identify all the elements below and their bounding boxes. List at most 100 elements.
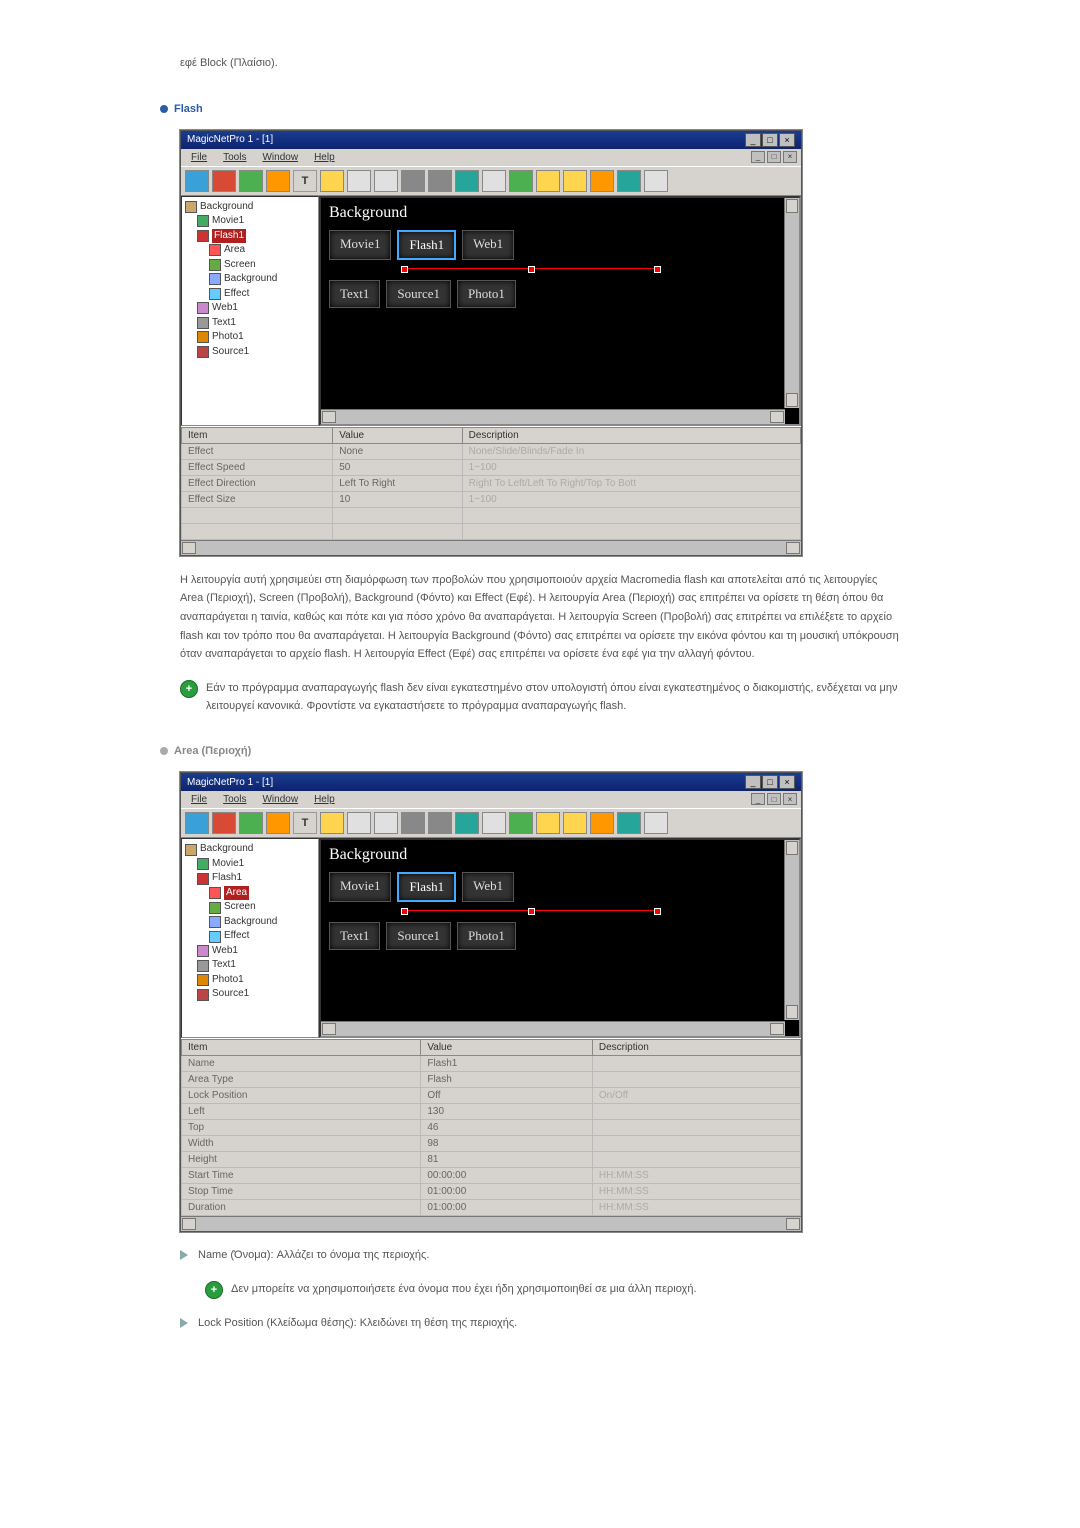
tbtn-down-icon[interactable]	[563, 170, 587, 192]
tbtn-paste-icon[interactable]	[428, 812, 452, 834]
tbtn-new-icon[interactable]	[320, 812, 344, 834]
menu-tools[interactable]: Tools	[217, 793, 252, 806]
tree-text1[interactable]: Text1	[212, 316, 236, 331]
tab-web1[interactable]: Web1	[462, 872, 514, 902]
tree-root[interactable]: Background	[200, 200, 253, 215]
tab-movie1[interactable]: Movie1	[329, 872, 391, 902]
tbtn-pause-icon[interactable]	[266, 170, 290, 192]
props-scrollbar[interactable]	[181, 1216, 801, 1231]
tbtn-delete-icon[interactable]	[212, 812, 236, 834]
sub-close-icon[interactable]: ×	[783, 793, 797, 805]
tree-source1[interactable]: Source1	[212, 987, 249, 1002]
tbtn-cut-icon[interactable]	[401, 170, 425, 192]
props-scrollbar[interactable]	[181, 540, 801, 555]
tbtn-undo-icon[interactable]	[590, 812, 614, 834]
tbtn-cam-icon[interactable]	[482, 170, 506, 192]
menu-file[interactable]: File	[185, 151, 213, 164]
tree-panel[interactable]: Background Movie1 Flash1 Area Screen Bac…	[181, 196, 319, 426]
tree-web1[interactable]: Web1	[212, 301, 238, 316]
scrollbar-horizontal[interactable]	[321, 1021, 785, 1036]
sub-close-icon[interactable]: ×	[783, 151, 797, 163]
scrollbar-vertical[interactable]	[784, 198, 799, 408]
tree-flash1[interactable]: Flash1	[212, 229, 246, 244]
tree-area[interactable]: Area	[224, 886, 249, 901]
tbtn-copy-icon[interactable]	[374, 812, 398, 834]
menu-file[interactable]: File	[185, 793, 213, 806]
selection-handles[interactable]	[401, 268, 661, 275]
sub-restore-icon[interactable]: □	[767, 793, 781, 805]
tbtn-text-icon[interactable]: T	[293, 812, 317, 834]
sub-minimize-icon[interactable]: _	[751, 151, 765, 163]
tbtn-help-icon[interactable]	[644, 812, 668, 834]
tree-panel[interactable]: Background Movie1 Flash1 Area Screen Bac…	[181, 838, 319, 1038]
sub-restore-icon[interactable]: □	[767, 151, 781, 163]
tree-screen[interactable]: Screen	[224, 258, 256, 273]
tbtn-paste-icon[interactable]	[428, 170, 452, 192]
tree-movie1[interactable]: Movie1	[212, 857, 244, 872]
tree-photo1[interactable]: Photo1	[212, 973, 244, 988]
tbtn-open-icon[interactable]	[347, 170, 371, 192]
menu-help[interactable]: Help	[308, 151, 341, 164]
tbtn-save-icon[interactable]	[185, 170, 209, 192]
tab-photo1[interactable]: Photo1	[457, 922, 516, 950]
tbtn-undo-icon[interactable]	[590, 170, 614, 192]
menu-tools[interactable]: Tools	[217, 151, 252, 164]
tab-flash1[interactable]: Flash1	[397, 872, 456, 902]
tbtn-redo-icon[interactable]	[617, 170, 641, 192]
menu-window[interactable]: Window	[256, 793, 304, 806]
tbtn-down-icon[interactable]	[563, 812, 587, 834]
tab-photo1[interactable]: Photo1	[457, 280, 516, 308]
tree-flash1[interactable]: Flash1	[212, 871, 242, 886]
tree-photo1[interactable]: Photo1	[212, 330, 244, 345]
scrollbar-vertical[interactable]	[784, 840, 799, 1020]
tbtn-cut-icon[interactable]	[401, 812, 425, 834]
close-icon[interactable]: ×	[779, 133, 795, 147]
tab-flash1[interactable]: Flash1	[397, 230, 456, 260]
tab-text1[interactable]: Text1	[329, 280, 380, 308]
tbtn-open-icon[interactable]	[347, 812, 371, 834]
tree-text1[interactable]: Text1	[212, 958, 236, 973]
tbtn-tool-icon[interactable]	[455, 812, 479, 834]
tbtn-new-icon[interactable]	[320, 170, 344, 192]
maximize-icon[interactable]: □	[762, 775, 778, 789]
menu-help[interactable]: Help	[308, 793, 341, 806]
tbtn-delete-icon[interactable]	[212, 170, 236, 192]
tree-background[interactable]: Background	[224, 272, 277, 287]
close-icon[interactable]: ×	[779, 775, 795, 789]
canvas-area[interactable]: Background Movie1 Flash1 Web1 Text1 Sour…	[319, 196, 801, 426]
tree-effect[interactable]: Effect	[224, 287, 249, 302]
tbtn-up-icon[interactable]	[536, 170, 560, 192]
canvas-area[interactable]: Background Movie1 Flash1 Web1 Text1 Sour…	[319, 838, 801, 1038]
tbtn-help-icon[interactable]	[644, 170, 668, 192]
selection-handles[interactable]	[401, 910, 661, 917]
tree-movie1[interactable]: Movie1	[212, 214, 244, 229]
tbtn-copy-icon[interactable]	[374, 170, 398, 192]
tree-background[interactable]: Background	[224, 915, 277, 930]
tbtn-play-icon[interactable]	[239, 170, 263, 192]
tbtn-up-icon[interactable]	[536, 812, 560, 834]
maximize-icon[interactable]: □	[762, 133, 778, 147]
tbtn-pause-icon[interactable]	[266, 812, 290, 834]
tree-area[interactable]: Area	[224, 243, 245, 258]
tree-source1[interactable]: Source1	[212, 345, 249, 360]
sub-minimize-icon[interactable]: _	[751, 793, 765, 805]
tbtn-redo-icon[interactable]	[617, 812, 641, 834]
tbtn-text-icon[interactable]: T	[293, 170, 317, 192]
tbtn-go-icon[interactable]	[509, 170, 533, 192]
tab-text1[interactable]: Text1	[329, 922, 380, 950]
tbtn-go-icon[interactable]	[509, 812, 533, 834]
minimize-icon[interactable]: _	[745, 775, 761, 789]
tbtn-cam-icon[interactable]	[482, 812, 506, 834]
minimize-icon[interactable]: _	[745, 133, 761, 147]
tab-source1[interactable]: Source1	[386, 922, 451, 950]
scrollbar-horizontal[interactable]	[321, 409, 785, 424]
tree-screen[interactable]: Screen	[224, 900, 256, 915]
tab-movie1[interactable]: Movie1	[329, 230, 391, 260]
menu-window[interactable]: Window	[256, 151, 304, 164]
tbtn-tool-icon[interactable]	[455, 170, 479, 192]
tbtn-play-icon[interactable]	[239, 812, 263, 834]
tree-root[interactable]: Background	[200, 842, 253, 857]
tab-source1[interactable]: Source1	[386, 280, 451, 308]
tree-effect[interactable]: Effect	[224, 929, 249, 944]
tbtn-save-icon[interactable]	[185, 812, 209, 834]
